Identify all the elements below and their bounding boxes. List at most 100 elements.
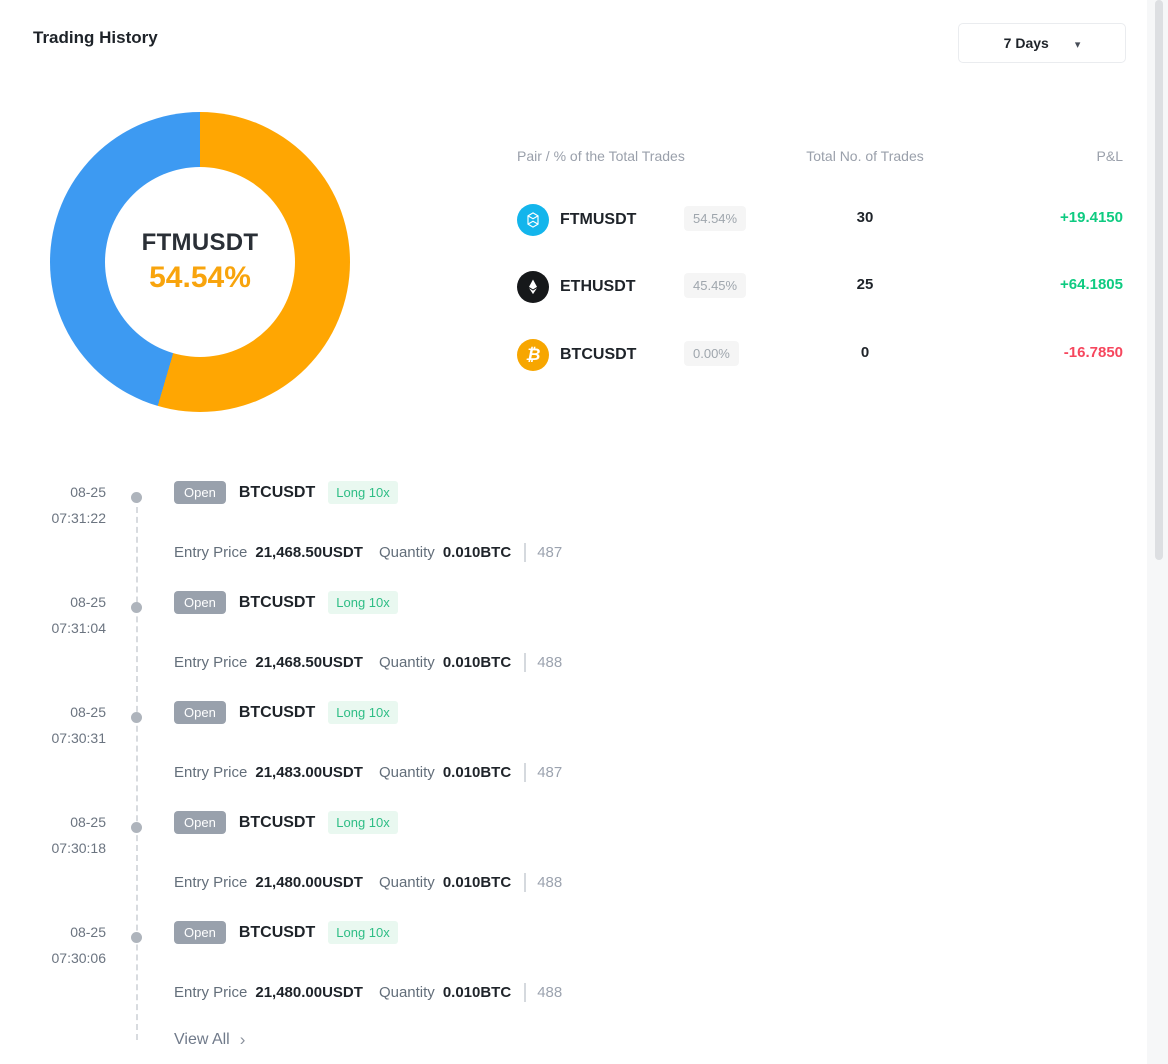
entry-time: 07:31:04 (18, 620, 106, 636)
side-leverage-badge: Long 10x (328, 591, 398, 614)
entry-date: 08-25 (18, 814, 106, 830)
trade-entry[interactable]: 08-25 07:30:06 Open BTCUSDT Long 10x Ent… (0, 921, 1140, 1031)
divider (524, 653, 526, 672)
divider (524, 763, 526, 782)
entry-timestamp: 08-25 07:30:31 (18, 704, 106, 746)
col-header-trades: Total No. of Trades (765, 148, 965, 164)
quantity-label: Quantity (379, 654, 435, 671)
trade-count: 30 (765, 209, 965, 226)
timeline-dot-icon (131, 712, 142, 723)
view-all-label: View All (174, 1031, 230, 1049)
quantity-value: 0.010BTC (443, 874, 511, 891)
quantity-value: 0.010BTC (443, 544, 511, 561)
percent-badge: 45.45% (684, 273, 746, 298)
pnl-value: -16.7850 (973, 344, 1123, 361)
donut-chart: FTMUSDT 54.54% (50, 112, 350, 412)
entry-date: 08-25 (18, 594, 106, 610)
entry-price-value: 21,480.00USDT (255, 874, 363, 891)
scrollbar-track[interactable] (1147, 0, 1168, 1064)
entry-price-label: Entry Price (174, 984, 247, 1001)
entry-price-label: Entry Price (174, 654, 247, 671)
btc-icon: ₿ (517, 339, 549, 371)
pnl-value: +19.4150 (973, 209, 1123, 226)
status-badge: Open (174, 811, 226, 834)
quantity-label: Quantity (379, 544, 435, 561)
divider (524, 873, 526, 892)
entry-pair: BTCUSDT (239, 484, 315, 502)
percent-badge: 0.00% (684, 341, 739, 366)
order-number: 487 (537, 544, 562, 561)
entry-price-label: Entry Price (174, 544, 247, 561)
percent-badge: 54.54% (684, 206, 746, 231)
entry-pair: BTCUSDT (239, 924, 315, 942)
timeline-dot-icon (131, 492, 142, 503)
trading-history-panel: Trading History 7 Days ▾ FTMUSDT 54.54% … (0, 0, 1168, 1064)
pair-label: ETHUSDT (560, 278, 636, 296)
divider (524, 983, 526, 1002)
trade-count: 0 (765, 344, 965, 361)
entry-price-label: Entry Price (174, 764, 247, 781)
table-row[interactable]: FTMUSDT 54.54% 30 +19.4150 (517, 202, 1123, 238)
order-number: 488 (537, 874, 562, 891)
timeline-dot-icon (131, 822, 142, 833)
entry-date: 08-25 (18, 924, 106, 940)
entry-price-value: 21,483.00USDT (255, 764, 363, 781)
pair-cell: ₿ BTCUSDT (517, 337, 636, 373)
pair-cell: ETHUSDT (517, 269, 636, 305)
entry-time: 07:30:31 (18, 730, 106, 746)
side-leverage-badge: Long 10x (328, 481, 398, 504)
entry-time: 07:30:06 (18, 950, 106, 966)
quantity-value: 0.010BTC (443, 984, 511, 1001)
trade-entry[interactable]: 08-25 07:30:18 Open BTCUSDT Long 10x Ent… (0, 811, 1140, 921)
chevron-down-icon: ▾ (1075, 38, 1081, 51)
side-leverage-badge: Long 10x (328, 921, 398, 944)
entry-price-value: 21,468.50USDT (255, 654, 363, 671)
quantity-label: Quantity (379, 984, 435, 1001)
entry-price-label: Entry Price (174, 874, 247, 891)
page-title: Trading History (33, 28, 158, 48)
quantity-label: Quantity (379, 764, 435, 781)
entry-date: 08-25 (18, 704, 106, 720)
entry-price-value: 21,468.50USDT (255, 544, 363, 561)
pair-label: FTMUSDT (560, 211, 636, 229)
pnl-value: +64.1805 (973, 276, 1123, 293)
divider (524, 543, 526, 562)
entry-date: 08-25 (18, 484, 106, 500)
eth-icon (517, 271, 549, 303)
donut-center: FTMUSDT 54.54% (105, 167, 295, 357)
side-leverage-badge: Long 10x (328, 701, 398, 724)
trade-entry[interactable]: 08-25 07:31:22 Open BTCUSDT Long 10x Ent… (0, 481, 1140, 591)
donut-center-percent: 54.54% (149, 261, 251, 295)
trade-entry[interactable]: 08-25 07:31:04 Open BTCUSDT Long 10x Ent… (0, 591, 1140, 701)
pair-cell: FTMUSDT (517, 202, 636, 238)
entry-pair: BTCUSDT (239, 704, 315, 722)
order-number: 488 (537, 984, 562, 1001)
scrollbar-thumb[interactable] (1155, 0, 1163, 560)
status-badge: Open (174, 481, 226, 504)
trade-entry[interactable]: 08-25 07:30:31 Open BTCUSDT Long 10x Ent… (0, 701, 1140, 811)
donut-center-pair: FTMUSDT (142, 229, 259, 257)
status-badge: Open (174, 591, 226, 614)
entry-time: 07:31:22 (18, 510, 106, 526)
side-leverage-badge: Long 10x (328, 811, 398, 834)
entry-timestamp: 08-25 07:30:06 (18, 924, 106, 966)
entry-price-value: 21,480.00USDT (255, 984, 363, 1001)
quantity-value: 0.010BTC (443, 654, 511, 671)
period-dropdown[interactable]: 7 Days ▾ (958, 23, 1126, 63)
entry-timestamp: 08-25 07:30:18 (18, 814, 106, 856)
order-number: 487 (537, 764, 562, 781)
entry-timestamp: 08-25 07:31:22 (18, 484, 106, 526)
table-row[interactable]: ETHUSDT 45.45% 25 +64.1805 (517, 269, 1123, 305)
quantity-value: 0.010BTC (443, 764, 511, 781)
period-dropdown-value: 7 Days (1004, 35, 1049, 51)
trade-count: 25 (765, 276, 965, 293)
view-all-link[interactable]: View All › (174, 1030, 245, 1050)
status-badge: Open (174, 921, 226, 944)
col-header-pnl: P&L (973, 148, 1123, 164)
chevron-right-icon: › (240, 1030, 246, 1050)
order-number: 488 (537, 654, 562, 671)
timeline-dot-icon (131, 932, 142, 943)
entry-pair: BTCUSDT (239, 814, 315, 832)
entry-timestamp: 08-25 07:31:04 (18, 594, 106, 636)
table-row[interactable]: ₿ BTCUSDT 0.00% 0 -16.7850 (517, 337, 1123, 373)
